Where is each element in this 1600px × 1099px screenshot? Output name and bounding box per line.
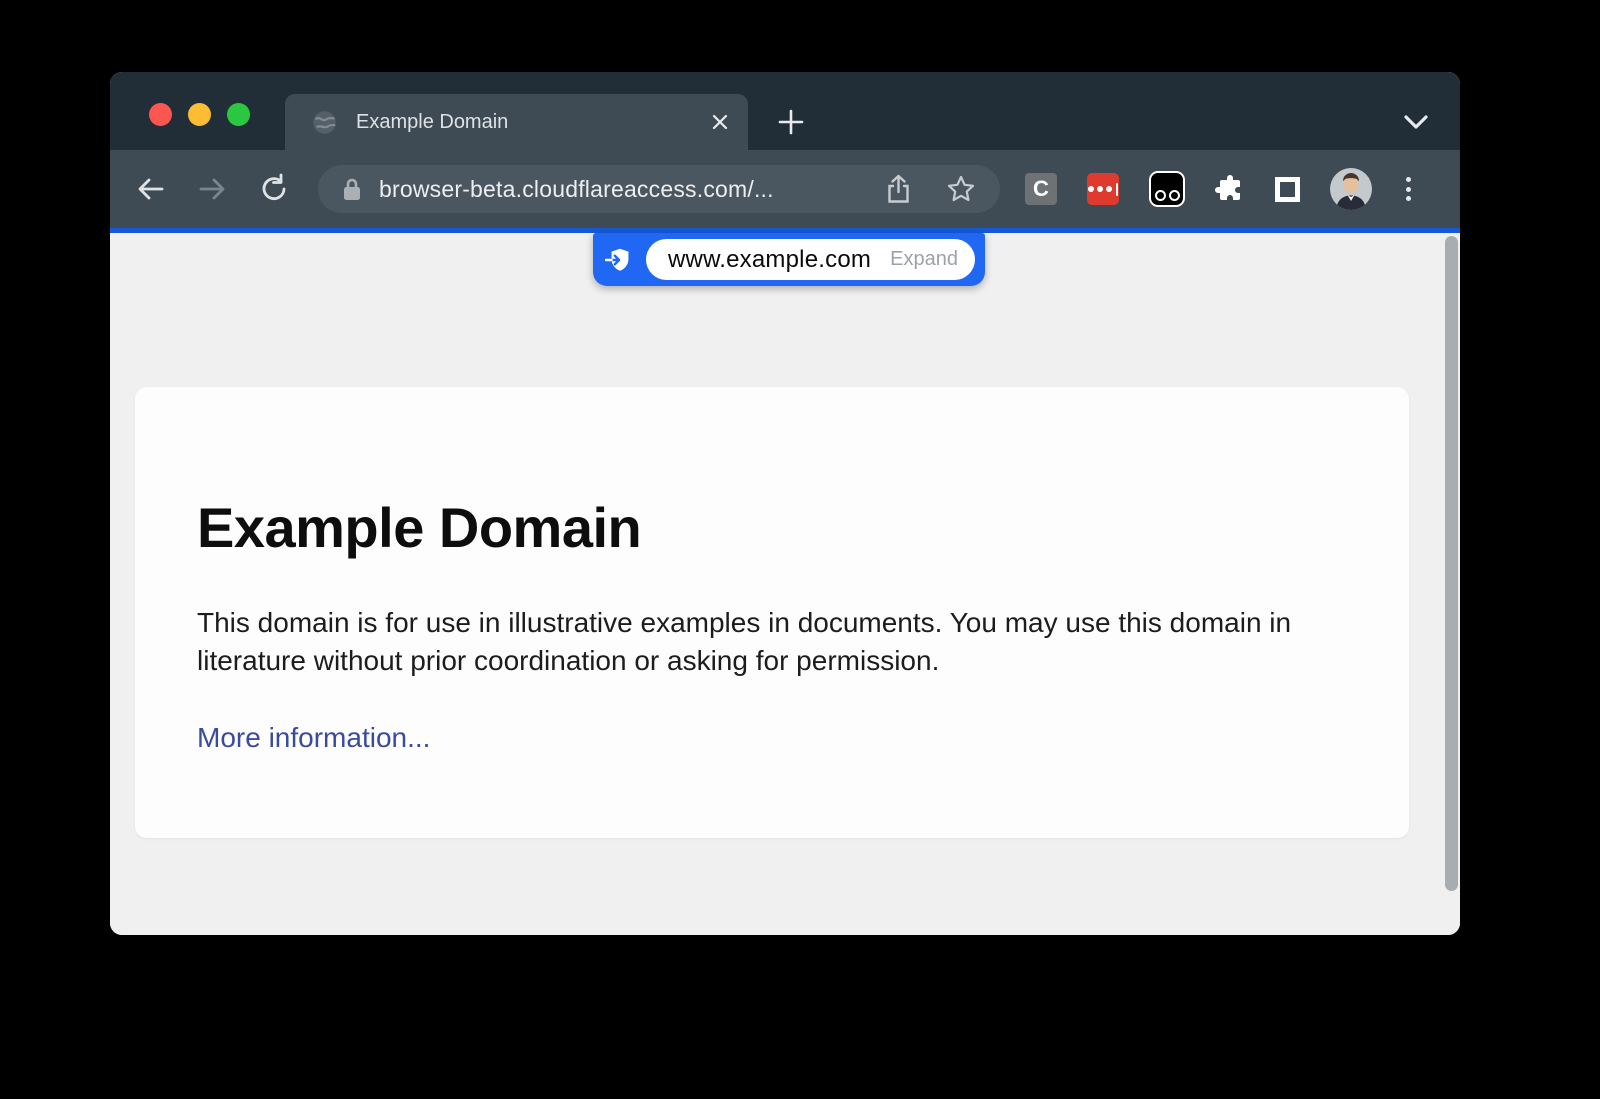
close-window-button[interactable] [149, 103, 172, 126]
content-card: Example Domain This domain is for use in… [135, 387, 1409, 838]
bookmark-star-icon[interactable] [946, 174, 976, 204]
share-icon[interactable] [885, 174, 912, 204]
avatar-image [1330, 168, 1372, 210]
zoom-window-button[interactable] [227, 103, 250, 126]
minimize-window-button[interactable] [188, 103, 211, 126]
scrollbar-thumb[interactable] [1445, 236, 1458, 891]
url-text[interactable]: browser-beta.cloudflareaccess.com/... [379, 176, 885, 203]
expand-button[interactable]: Expand [890, 248, 958, 271]
shield-arrow-icon [605, 245, 635, 275]
tab-search-chevron-icon[interactable] [1402, 110, 1430, 134]
page-heading: Example Domain [197, 495, 1329, 560]
black-squircle-extension-icon[interactable] [1149, 171, 1185, 207]
back-button[interactable] [134, 172, 168, 206]
page-paragraph: This domain is for use in illustrative e… [197, 604, 1329, 680]
extensions-puzzle-icon[interactable] [1215, 174, 1245, 204]
globe-favicon-icon [311, 109, 338, 136]
tab-example-domain[interactable]: Example Domain [285, 94, 748, 150]
isolation-capsule: www.example.com Expand [646, 239, 975, 280]
forward-button[interactable] [195, 172, 229, 206]
more-information-link[interactable]: More information... [197, 722, 430, 754]
isolation-domain-pill: www.example.com Expand [593, 233, 985, 286]
side-panel-icon[interactable] [1275, 177, 1300, 202]
new-tab-button[interactable] [776, 107, 806, 137]
reload-button[interactable] [257, 172, 291, 206]
profile-avatar[interactable] [1330, 168, 1372, 210]
address-bar[interactable]: browser-beta.cloudflareaccess.com/... [318, 165, 1000, 213]
extension-c-icon[interactable]: C [1025, 173, 1057, 205]
tab-title: Example Domain [356, 111, 710, 134]
extensions-area: C [1025, 150, 1415, 228]
browser-menu-icon[interactable] [1402, 173, 1415, 205]
tab-strip: Example Domain [110, 72, 1460, 150]
browser-toolbar: browser-beta.cloudflareaccess.com/... C [110, 150, 1460, 228]
isolated-domain-text: www.example.com [668, 246, 878, 274]
page-viewport: www.example.com Expand Example Domain Th… [110, 233, 1460, 935]
window-controls [149, 103, 250, 126]
lock-icon[interactable] [342, 177, 362, 201]
lastpass-extension-icon[interactable] [1087, 173, 1119, 205]
close-tab-icon[interactable] [710, 112, 730, 132]
browser-window: Example Domain browser-b [110, 72, 1460, 935]
